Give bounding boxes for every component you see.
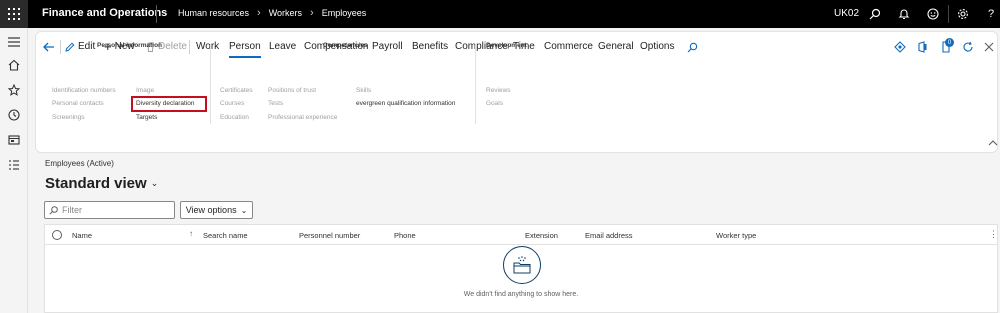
group-divider bbox=[475, 44, 476, 124]
chevron-down-icon: ⌄ bbox=[150, 178, 159, 188]
edit-label: Edit bbox=[78, 41, 96, 52]
menu-item-tests[interactable]: Tests bbox=[268, 100, 283, 107]
action-separator bbox=[189, 40, 190, 54]
page-caption: Employees (Active) bbox=[45, 159, 114, 168]
menu-item-personal-contacts[interactable]: Personal contacts bbox=[52, 100, 104, 107]
filter-input[interactable]: Filter bbox=[44, 201, 175, 219]
menu-item-skills[interactable]: Skills bbox=[356, 87, 371, 94]
left-navigation bbox=[0, 28, 28, 313]
menu-item-education[interactable]: Education bbox=[220, 114, 249, 121]
menu-item-evergreen-qualification-information[interactable]: evergreen qualification information bbox=[356, 100, 455, 107]
tab-leave[interactable]: Leave bbox=[269, 41, 296, 52]
view-options-label: View options bbox=[185, 205, 237, 215]
column-header-phone[interactable]: Phone bbox=[394, 231, 416, 240]
tab-payroll[interactable]: Payroll bbox=[372, 41, 403, 52]
workspaces-icon[interactable] bbox=[7, 133, 21, 147]
column-header-search-name[interactable]: Search name bbox=[203, 231, 248, 240]
hamburger-icon[interactable] bbox=[7, 35, 21, 49]
search-icon bbox=[49, 205, 58, 215]
top-divider bbox=[948, 5, 949, 23]
view-title: Standard view bbox=[45, 175, 147, 192]
action-pane: Edit + New Delete Work Person Leave Comp… bbox=[35, 31, 998, 153]
filter-placeholder: Filter bbox=[62, 205, 82, 215]
refresh-icon[interactable] bbox=[961, 40, 975, 54]
search-icon[interactable] bbox=[867, 6, 883, 22]
edit-button[interactable]: Edit bbox=[65, 41, 95, 52]
office-icon[interactable] bbox=[915, 40, 929, 54]
notification-badge: 0 bbox=[945, 38, 954, 47]
action-separator bbox=[60, 40, 61, 54]
menu-item-goals[interactable]: Goals bbox=[486, 100, 503, 107]
tab-benefits[interactable]: Benefits bbox=[412, 41, 448, 52]
top-bar: Finance and Operations Human resources ›… bbox=[0, 0, 1000, 28]
pencil-icon bbox=[65, 42, 75, 52]
highlight-box bbox=[131, 96, 207, 112]
sort-ascending-icon[interactable]: ↑ bbox=[189, 229, 193, 238]
tab-options[interactable]: Options bbox=[640, 41, 674, 52]
menu-item-targets[interactable]: Targets bbox=[136, 114, 157, 121]
group-title-personal-information: Personal information bbox=[97, 42, 163, 49]
home-icon[interactable] bbox=[7, 58, 21, 72]
menu-item-identification-numbers[interactable]: Identification numbers bbox=[52, 87, 116, 94]
group-divider bbox=[210, 44, 211, 124]
menu-item-screenings[interactable]: Screenings bbox=[52, 114, 85, 121]
group-title-competencies: Competencies bbox=[323, 42, 368, 49]
column-header-name[interactable]: Name bbox=[72, 231, 92, 240]
breadcrumb-item-workers[interactable]: Workers bbox=[269, 8, 302, 18]
employees-grid: Name ↑ Search name Personnel number Phon… bbox=[44, 224, 998, 313]
column-header-personnel-number[interactable]: Personnel number bbox=[299, 231, 360, 240]
menu-item-professional-experience[interactable]: Professional experience bbox=[268, 114, 337, 121]
close-icon[interactable] bbox=[982, 40, 996, 54]
top-separator bbox=[156, 5, 157, 23]
waffle-icon[interactable] bbox=[0, 0, 28, 28]
column-header-extension[interactable]: Extension bbox=[525, 231, 558, 240]
company-picker[interactable]: UK02 bbox=[834, 8, 859, 19]
breadcrumb-item-employees[interactable]: Employees bbox=[322, 8, 367, 18]
chevron-down-icon: ⌄ bbox=[240, 205, 248, 215]
menu-item-courses[interactable]: Courses bbox=[220, 100, 244, 107]
modules-icon[interactable] bbox=[7, 158, 21, 172]
empty-folder-icon bbox=[503, 246, 541, 284]
menu-item-positions-of-trust[interactable]: Positions of trust bbox=[268, 87, 316, 94]
view-selector[interactable]: Standard view ⌄ bbox=[45, 175, 158, 192]
search-icon[interactable] bbox=[685, 40, 699, 54]
group-title-development: Development bbox=[486, 42, 527, 49]
favorites-icon[interactable] bbox=[7, 83, 21, 97]
tab-commerce[interactable]: Commerce bbox=[544, 41, 593, 52]
smiley-icon[interactable] bbox=[925, 6, 941, 22]
bell-icon[interactable] bbox=[896, 6, 912, 22]
recent-icon[interactable] bbox=[7, 108, 21, 122]
help-icon[interactable]: ? bbox=[983, 6, 999, 22]
empty-message: We didn't find anything to show here. bbox=[463, 291, 579, 298]
tab-work[interactable]: Work bbox=[196, 41, 219, 52]
more-options-icon[interactable]: ⋮ bbox=[989, 229, 998, 240]
menu-item-image[interactable]: Image bbox=[136, 87, 154, 94]
view-options-button[interactable]: View options ⌄ bbox=[180, 201, 253, 219]
chevron-right-icon: › bbox=[257, 6, 261, 19]
breadcrumb-item-human-resources[interactable]: Human resources bbox=[178, 8, 249, 18]
breadcrumb: Human resources › Workers › Employees bbox=[178, 6, 367, 19]
tab-person[interactable]: Person bbox=[229, 41, 261, 58]
chevron-right-icon: › bbox=[310, 6, 314, 19]
gear-icon[interactable] bbox=[955, 6, 971, 22]
column-header-worker-type[interactable]: Worker type bbox=[716, 231, 756, 240]
power-apps-icon[interactable] bbox=[893, 40, 907, 54]
chevron-up-icon[interactable] bbox=[988, 134, 998, 146]
menu-item-reviews[interactable]: Reviews bbox=[486, 87, 511, 94]
back-arrow-icon[interactable] bbox=[42, 40, 56, 54]
column-header-email-address[interactable]: Email address bbox=[585, 231, 633, 240]
grid-header: Name ↑ Search name Personnel number Phon… bbox=[45, 225, 998, 245]
tab-general[interactable]: General bbox=[598, 41, 634, 52]
app-name[interactable]: Finance and Operations bbox=[42, 7, 167, 19]
select-all-checkbox[interactable] bbox=[52, 230, 62, 240]
menu-item-certificates[interactable]: Certificates bbox=[220, 87, 253, 94]
delete-label: Delete bbox=[158, 41, 187, 52]
